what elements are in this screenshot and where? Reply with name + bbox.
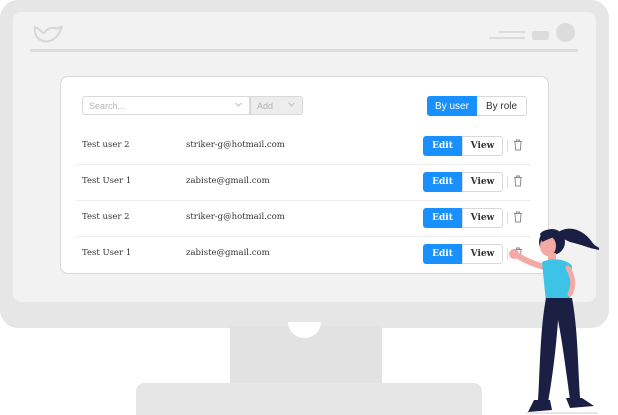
user-email: zabiste@gmail.com (186, 248, 270, 258)
toggle-by-user[interactable]: By user (427, 96, 477, 116)
edit-button[interactable]: Edit (423, 136, 462, 156)
toggle-by-role[interactable]: By role (477, 96, 527, 116)
user-email: striker-g@hotmail.com (186, 140, 285, 150)
action-divider (507, 176, 508, 188)
table-row: Test user 2 striker-g@hotmail.com Edit V… (76, 200, 531, 236)
view-button[interactable]: View (462, 244, 503, 264)
person-illustration (509, 228, 600, 414)
view-button[interactable]: View (462, 172, 503, 192)
view-button[interactable]: View (462, 208, 503, 228)
edit-button[interactable]: Edit (423, 244, 462, 264)
chevron-down-icon (235, 102, 242, 107)
search-select[interactable]: Search... (82, 96, 250, 115)
user-name: Test User 1 (82, 176, 132, 186)
window-menu-icon[interactable] (489, 31, 525, 41)
action-divider (507, 140, 508, 152)
trash-icon[interactable] (513, 175, 523, 187)
monitor-stand-base (136, 383, 482, 415)
trash-icon[interactable] (513, 139, 523, 151)
view-button[interactable]: View (462, 136, 503, 156)
user-name: Test User 1 (82, 248, 132, 258)
edit-button[interactable]: Edit (423, 208, 462, 228)
window-topbar-divider (30, 49, 578, 52)
logo-icon (33, 25, 63, 43)
user-name: Test user 2 (82, 140, 130, 150)
chevron-down-icon (288, 102, 295, 107)
table-row: Test User 1 zabiste@gmail.com Edit View (76, 236, 531, 272)
window-close-control[interactable] (556, 23, 575, 42)
add-placeholder: Add (257, 100, 274, 111)
edit-button[interactable]: Edit (423, 172, 462, 192)
view-toggle-group: By user By role (427, 96, 527, 116)
window-minimize-control[interactable] (532, 31, 549, 40)
table-row: Test user 2 striker-g@hotmail.com Edit V… (76, 128, 531, 164)
add-select[interactable]: Add (250, 96, 303, 115)
user-email: zabiste@gmail.com (186, 176, 270, 186)
search-placeholder: Search... (89, 100, 126, 111)
user-name: Test user 2 (82, 212, 130, 222)
table-row: Test User 1 zabiste@gmail.com Edit View (76, 164, 531, 200)
user-email: striker-g@hotmail.com (186, 212, 285, 222)
